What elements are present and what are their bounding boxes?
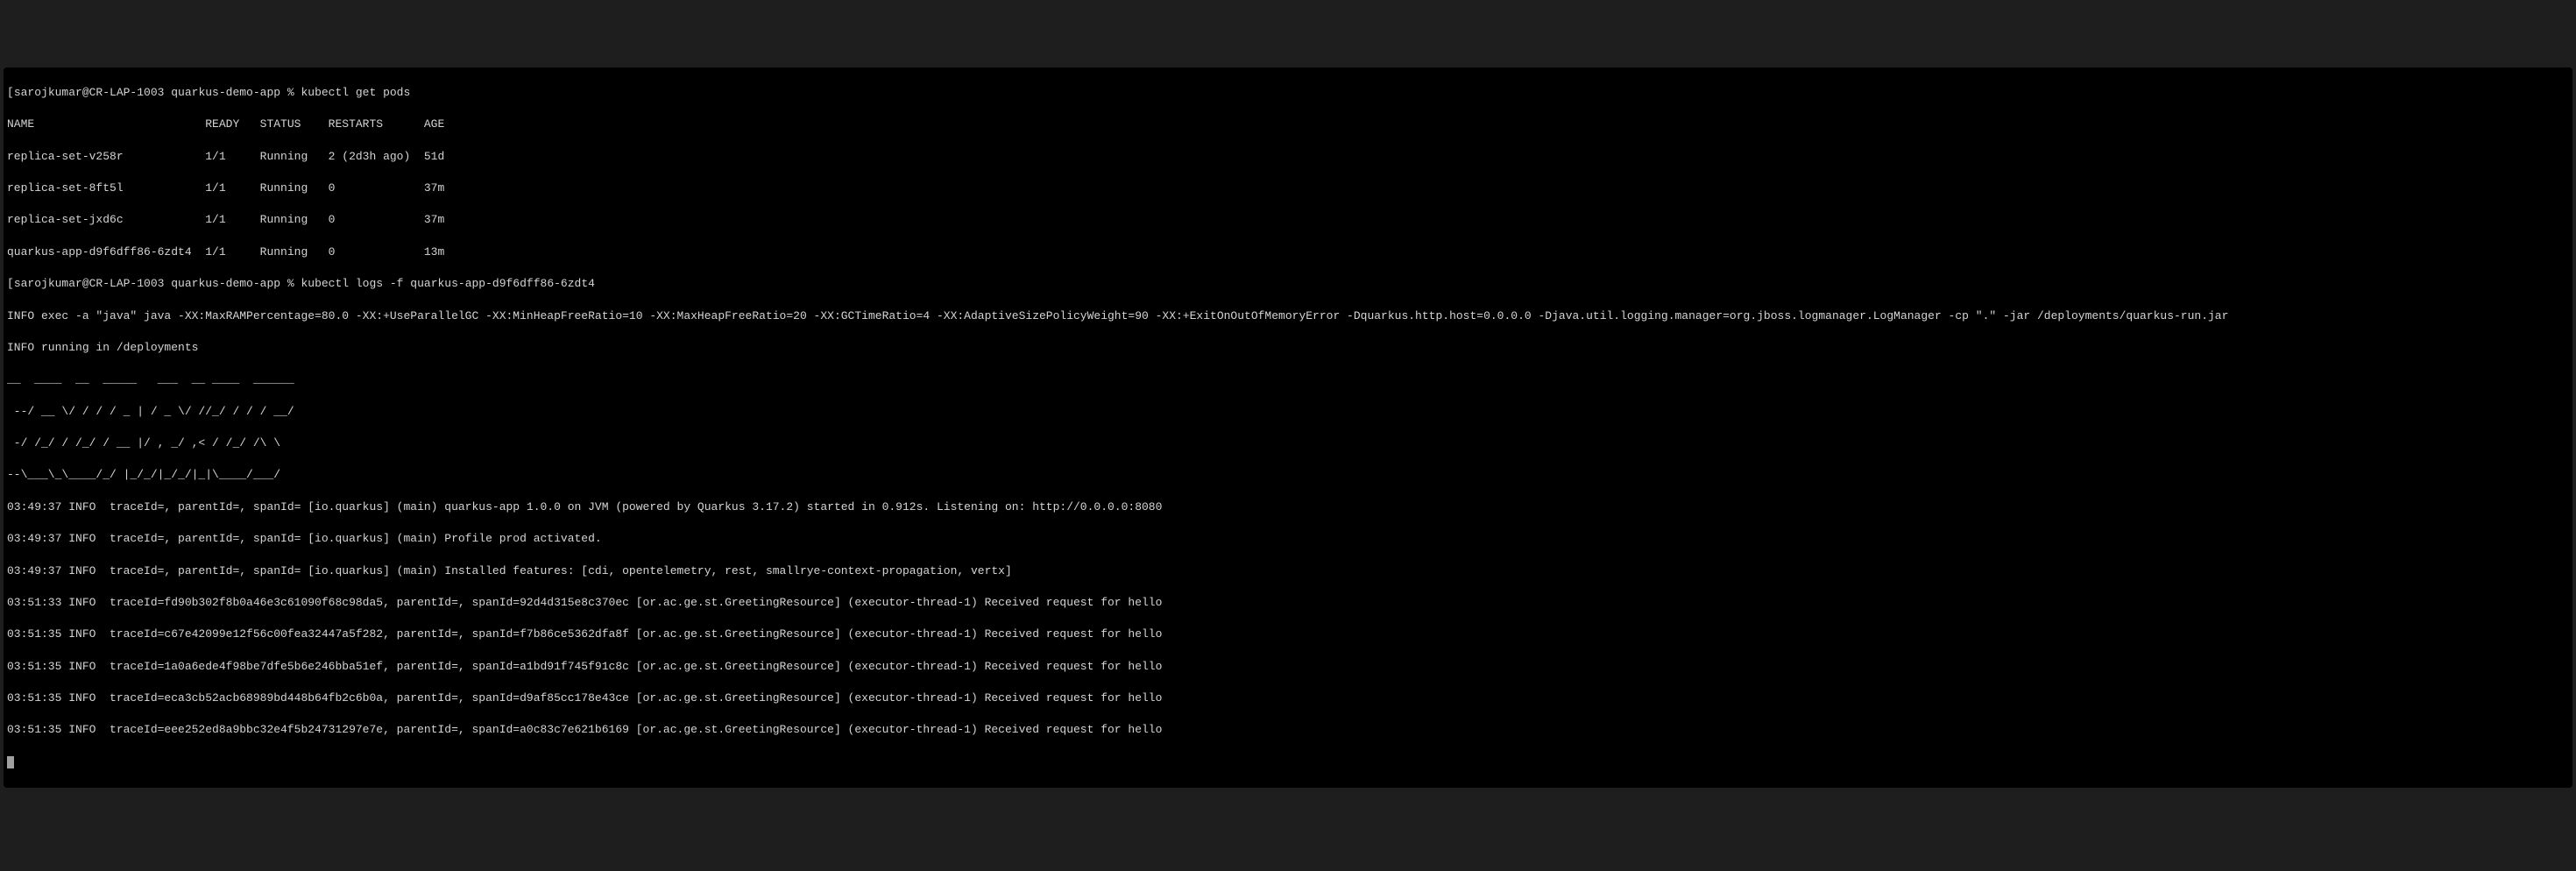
log-line: INFO running in /deployments	[7, 340, 2569, 356]
log-line: 03:51:35 INFO traceId=eca3cb52acb68989bd…	[7, 690, 2569, 706]
log-line: 03:51:35 INFO traceId=1a0a6ede4f98be7dfe…	[7, 659, 2569, 675]
log-line: 03:49:37 INFO traceId=, parentId=, spanI…	[7, 499, 2569, 515]
ascii-art-line: __ ____ __ _____ ___ __ ____ ______	[7, 372, 2569, 387]
ascii-art-line: --\___\_\____/_/ |_/_/|_/_/|_|\____/___/	[7, 467, 2569, 483]
terminal-output[interactable]: [sarojkumar@CR-LAP-1003 quarkus-demo-app…	[4, 67, 2572, 788]
prompt-line-2: [sarojkumar@CR-LAP-1003 quarkus-demo-app…	[7, 276, 2569, 292]
user-host-path: sarojkumar@CR-LAP-1003 quarkus-demo-app	[14, 277, 280, 290]
ascii-art-line: --/ __ \/ / / / _ | / _ \/ //_/ / / / __…	[7, 404, 2569, 420]
log-line: 03:51:35 INFO traceId=c67e42099e12f56c00…	[7, 627, 2569, 642]
user-host-path: sarojkumar@CR-LAP-1003 quarkus-demo-app	[14, 86, 280, 99]
log-line: INFO exec -a "java" java -XX:MaxRAMPerce…	[7, 308, 2569, 324]
pod-row: quarkus-app-d9f6dff86-6zdt4 1/1 Running …	[7, 244, 2569, 260]
prompt-percent: %	[280, 277, 301, 290]
ascii-art-line: -/ /_/ / /_/ / __ |/ , _/ ,< / /_/ /\ \	[7, 436, 2569, 451]
pods-header: NAME READY STATUS RESTARTS AGE	[7, 117, 2569, 132]
pod-row: replica-set-8ft5l 1/1 Running 0 37m	[7, 181, 2569, 196]
pod-row: replica-set-jxd6c 1/1 Running 0 37m	[7, 212, 2569, 228]
command-text: kubectl logs -f quarkus-app-d9f6dff86-6z…	[301, 277, 594, 290]
command-text: kubectl get pods	[301, 86, 410, 99]
log-line: 03:49:37 INFO traceId=, parentId=, spanI…	[7, 563, 2569, 579]
pod-row: replica-set-v258r 1/1 Running 2 (2d3h ag…	[7, 149, 2569, 165]
prompt-percent: %	[280, 86, 301, 99]
log-line: 03:49:37 INFO traceId=, parentId=, spanI…	[7, 531, 2569, 547]
log-line: 03:51:35 INFO traceId=eee252ed8a9bbc32e4…	[7, 722, 2569, 738]
cursor-line	[7, 754, 2569, 770]
terminal-cursor	[7, 756, 14, 768]
log-line: 03:51:33 INFO traceId=fd90b302f8b0a46e3c…	[7, 595, 2569, 611]
bracket-open: [	[7, 86, 14, 99]
bracket-open: [	[7, 277, 14, 290]
prompt-line-1: [sarojkumar@CR-LAP-1003 quarkus-demo-app…	[7, 85, 2569, 101]
